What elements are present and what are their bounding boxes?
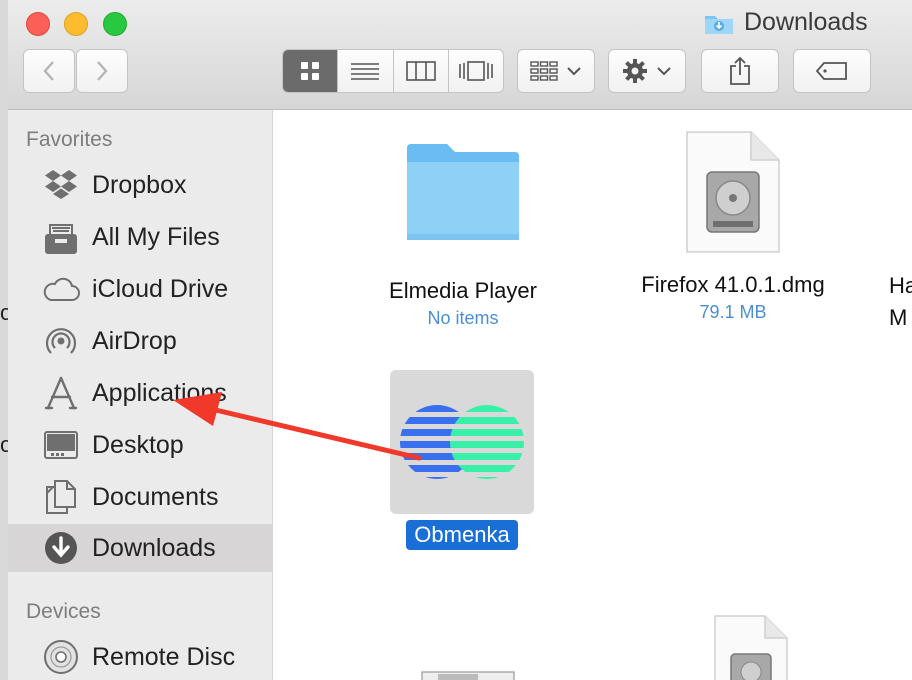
toolbar: Downloads: [8, 0, 912, 110]
favorites-header: Favorites: [26, 128, 113, 151]
icon-view-button[interactable]: [283, 50, 339, 92]
file-item-elmedia-player[interactable]: Elmedia Player No items: [363, 136, 563, 329]
sidebar-item-airdrop[interactable]: AirDrop: [8, 317, 272, 365]
sidebar-item-label: Documents: [92, 482, 219, 511]
file-info: No items: [427, 308, 499, 328]
disk-image-icon: [714, 615, 788, 680]
desktop-icon: [42, 426, 80, 464]
file-name: Firefox 41.0.1.dmg: [641, 272, 825, 297]
gear-icon: [623, 59, 647, 83]
file-info: 79.1 MB: [699, 302, 767, 322]
downloads-folder-icon: [705, 15, 733, 34]
documents-icon: [42, 478, 80, 516]
share-icon: [730, 56, 750, 85]
sidebar: Favorites Dropbox All My Files iCloud Dr…: [8, 110, 273, 680]
airdrop-icon: [42, 322, 80, 360]
sidebar-item-applications[interactable]: Applications: [8, 369, 272, 417]
cover-flow-icon: [459, 61, 493, 81]
sidebar-item-downloads[interactable]: Downloads: [8, 524, 272, 572]
close-button[interactable]: [26, 12, 50, 36]
obmenka-app-icon: [400, 405, 524, 479]
applications-icon: [42, 374, 80, 412]
action-button[interactable]: [608, 49, 686, 93]
sidebar-item-icloud-drive[interactable]: iCloud Drive: [8, 265, 272, 313]
sidebar-item-desktop[interactable]: Desktop: [8, 421, 272, 469]
app-selection-highlight: [390, 370, 534, 514]
file-item-partial[interactable]: Ha M: [889, 273, 912, 331]
finder-window: Downloads Favorites Dropbox All My Files…: [8, 0, 912, 680]
zoom-button[interactable]: [103, 12, 127, 36]
folder-icon: [407, 144, 519, 240]
file-info: M: [889, 305, 908, 330]
sidebar-item-remote-disc[interactable]: Remote Disc: [8, 633, 272, 680]
list-view-button[interactable]: [338, 50, 394, 92]
window-title-text: Downloads: [744, 8, 868, 36]
all-files-icon: [42, 218, 80, 256]
back-button[interactable]: [23, 49, 75, 93]
sidebar-item-label: iCloud Drive: [92, 274, 229, 303]
forward-button[interactable]: [76, 49, 128, 93]
minimize-button[interactable]: [64, 12, 88, 36]
cloud-icon: [42, 270, 80, 308]
tag-icon: [815, 62, 847, 80]
dropbox-icon: [42, 166, 80, 204]
downloads-icon: [42, 529, 80, 567]
window-title: Downloads: [704, 8, 868, 37]
file-name: Ha: [889, 273, 912, 298]
sidebar-item-documents[interactable]: Documents: [8, 473, 272, 521]
devices-header: Devices: [26, 600, 101, 623]
sidebar-item-label: Remote Disc: [92, 642, 236, 671]
tag-button[interactable]: [793, 49, 871, 93]
file-item-partial-bottom-left[interactable]: [413, 662, 523, 680]
arrange-button[interactable]: [517, 49, 595, 93]
disk-image-icon: [686, 131, 780, 253]
file-name: Elmedia Player: [389, 278, 537, 303]
sidebar-item-label: Desktop: [92, 430, 184, 459]
sidebar-item-label: AirDrop: [92, 326, 177, 355]
sidebar-item-label: All My Files: [92, 222, 220, 251]
columns-icon: [405, 61, 436, 81]
view-mode-control: [282, 49, 504, 93]
list-icon: [351, 63, 380, 80]
chevron-down-icon: [657, 67, 671, 76]
chevron-down-icon: [567, 67, 581, 76]
disc-icon: [42, 638, 80, 676]
file-name-selected: Obmenka: [406, 520, 518, 550]
sidebar-item-label: Downloads: [92, 533, 216, 562]
file-item-partial-bottom-right[interactable]: [701, 614, 801, 680]
sidebar-item-all-my-files[interactable]: All My Files: [8, 213, 272, 261]
document-icon: [421, 671, 515, 680]
cover-flow-button[interactable]: [449, 50, 503, 92]
chevron-left-icon: [43, 61, 54, 81]
sidebar-item-label: Applications: [92, 378, 227, 407]
sidebar-item-dropbox[interactable]: Dropbox: [8, 161, 272, 209]
grid-icon: [301, 62, 320, 80]
share-button[interactable]: [701, 49, 779, 93]
arrange-grid-icon: [530, 61, 558, 81]
sidebar-item-label: Dropbox: [92, 170, 187, 199]
column-view-button[interactable]: [394, 50, 449, 92]
chevron-right-icon: [97, 61, 108, 81]
file-item-firefox-dmg[interactable]: Firefox 41.0.1.dmg 79.1 MB: [628, 130, 838, 323]
file-grid: Elmedia Player No items Firefox 41.0.1.d…: [273, 110, 912, 680]
file-item-obmenka[interactable]: Obmenka: [390, 370, 534, 550]
